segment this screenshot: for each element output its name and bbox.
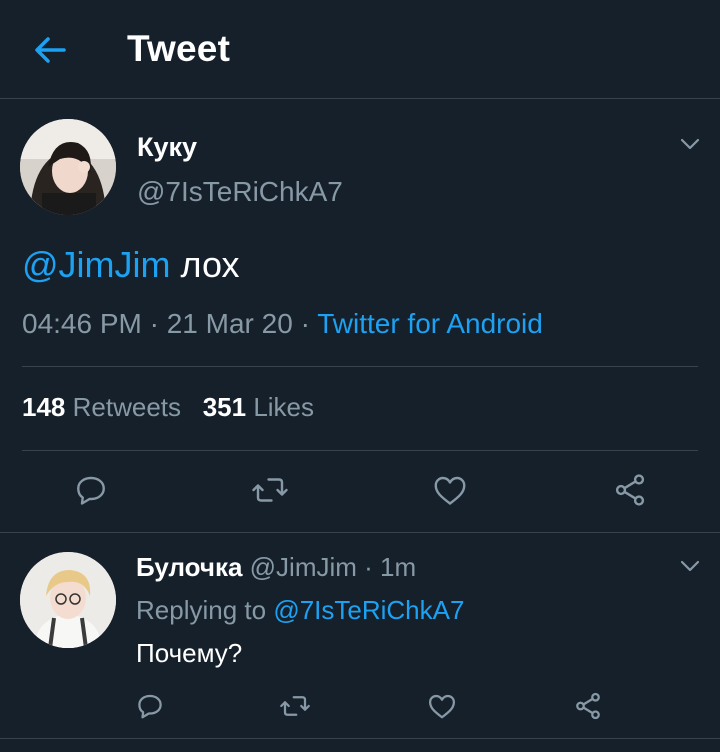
avatar[interactable] (20, 119, 116, 215)
tweet-source-link[interactable]: Twitter for Android (317, 308, 543, 339)
header-bar: Tweet (0, 0, 720, 99)
replying-to-label: Replying to (136, 595, 274, 625)
divider (0, 738, 720, 739)
reply-share-button[interactable] (568, 686, 608, 726)
author-name[interactable]: Куку (137, 132, 197, 163)
divider (22, 450, 698, 451)
tweet-timestamp: 04:46 PM · 21 Mar 20 · (22, 308, 318, 339)
retweets-count[interactable]: 148 (22, 392, 65, 422)
share-icon (615, 474, 645, 506)
reply-header: Булочка @JimJim · 1m (136, 552, 416, 583)
reply-menu-button[interactable] (678, 556, 702, 576)
reply-avatar[interactable] (20, 552, 116, 648)
reply-retweet-button[interactable] (275, 686, 315, 726)
tweet-text: @JimJim лох (22, 244, 240, 286)
tweet-meta: 04:46 PM · 21 Mar 20 · Twitter for Andro… (22, 308, 543, 340)
like-icon (434, 476, 466, 505)
share-button[interactable] (610, 470, 650, 510)
replying-to: Replying to @7IsTeRiChkA7 (136, 595, 464, 626)
reply-reply-button[interactable] (130, 686, 170, 726)
likes-count[interactable]: 351 (203, 392, 246, 422)
share-icon (576, 692, 600, 720)
author-handle[interactable]: @7IsTeRiChkA7 (137, 176, 343, 208)
reply-author-handle[interactable]: @JimJim · 1m (242, 552, 417, 582)
retweet-button[interactable] (250, 470, 290, 510)
divider (0, 532, 720, 533)
like-button[interactable] (430, 470, 470, 510)
reply-icon (138, 694, 162, 719)
page-title: Tweet (127, 28, 231, 69)
chevron-down-icon (680, 560, 700, 572)
retweet-icon (280, 696, 310, 716)
tweet-menu-button[interactable] (678, 134, 702, 154)
reply-author-name[interactable]: Булочка (136, 552, 242, 582)
tweet-body: лох (170, 244, 240, 285)
replying-to-handle[interactable]: @7IsTeRiChkA7 (273, 595, 464, 625)
likes-label[interactable]: Likes (253, 392, 314, 422)
back-arrow-icon (35, 37, 66, 63)
reply-text: Почему? (136, 638, 243, 668)
reply-button[interactable] (71, 470, 111, 510)
reply-like-button[interactable] (422, 686, 462, 726)
back-button[interactable] (28, 30, 72, 70)
divider (22, 366, 698, 367)
retweets-label[interactable]: Retweets (73, 392, 181, 422)
mention-link[interactable]: @JimJim (22, 244, 171, 285)
like-icon (429, 694, 455, 719)
reply-icon (77, 476, 105, 505)
chevron-down-icon (680, 138, 700, 150)
retweet-icon (252, 478, 288, 502)
tweet-stats: 148 Retweets 351 Likes (22, 392, 314, 423)
